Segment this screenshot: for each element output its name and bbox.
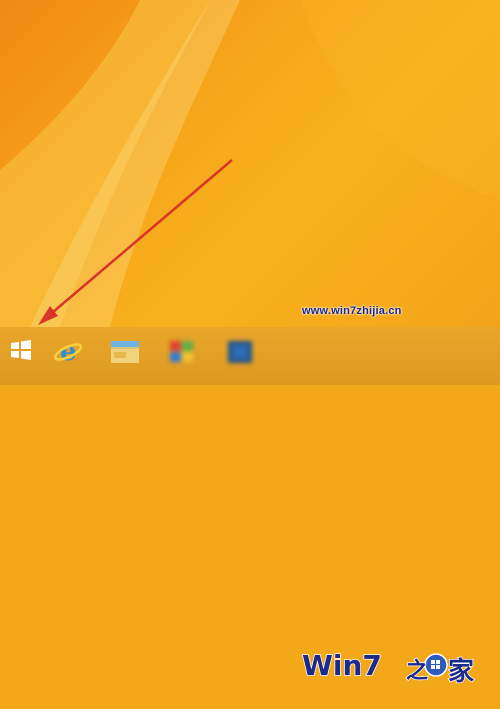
- taskbar-item-app[interactable]: [218, 331, 262, 371]
- desktop-wallpaper: [0, 0, 500, 327]
- taskbar-item-store[interactable]: [160, 331, 204, 371]
- file-explorer-icon: [111, 341, 139, 363]
- taskbar-item-file-explorer[interactable]: [102, 331, 146, 371]
- svg-text:e: e: [60, 337, 77, 367]
- svg-text:Win7: Win7: [302, 649, 382, 682]
- svg-text:之: 之: [406, 658, 428, 684]
- app-icon: [228, 341, 252, 363]
- svg-text:家: 家: [448, 656, 474, 687]
- desktop-background: www.win7zhijia.cn: [0, 0, 500, 327]
- taskbar-item-internet-explorer[interactable]: e: [46, 331, 90, 371]
- start-button[interactable]: [0, 331, 44, 371]
- windows-start-icon: [11, 340, 31, 360]
- watermark-logo: Win7 之 家: [298, 649, 498, 709]
- watermark-url: www.win7zhijia.cn: [302, 305, 402, 317]
- taskbar: e Win7 之 家: [0, 327, 500, 688]
- internet-explorer-icon: e: [53, 337, 83, 367]
- store-icon: [170, 341, 193, 362]
